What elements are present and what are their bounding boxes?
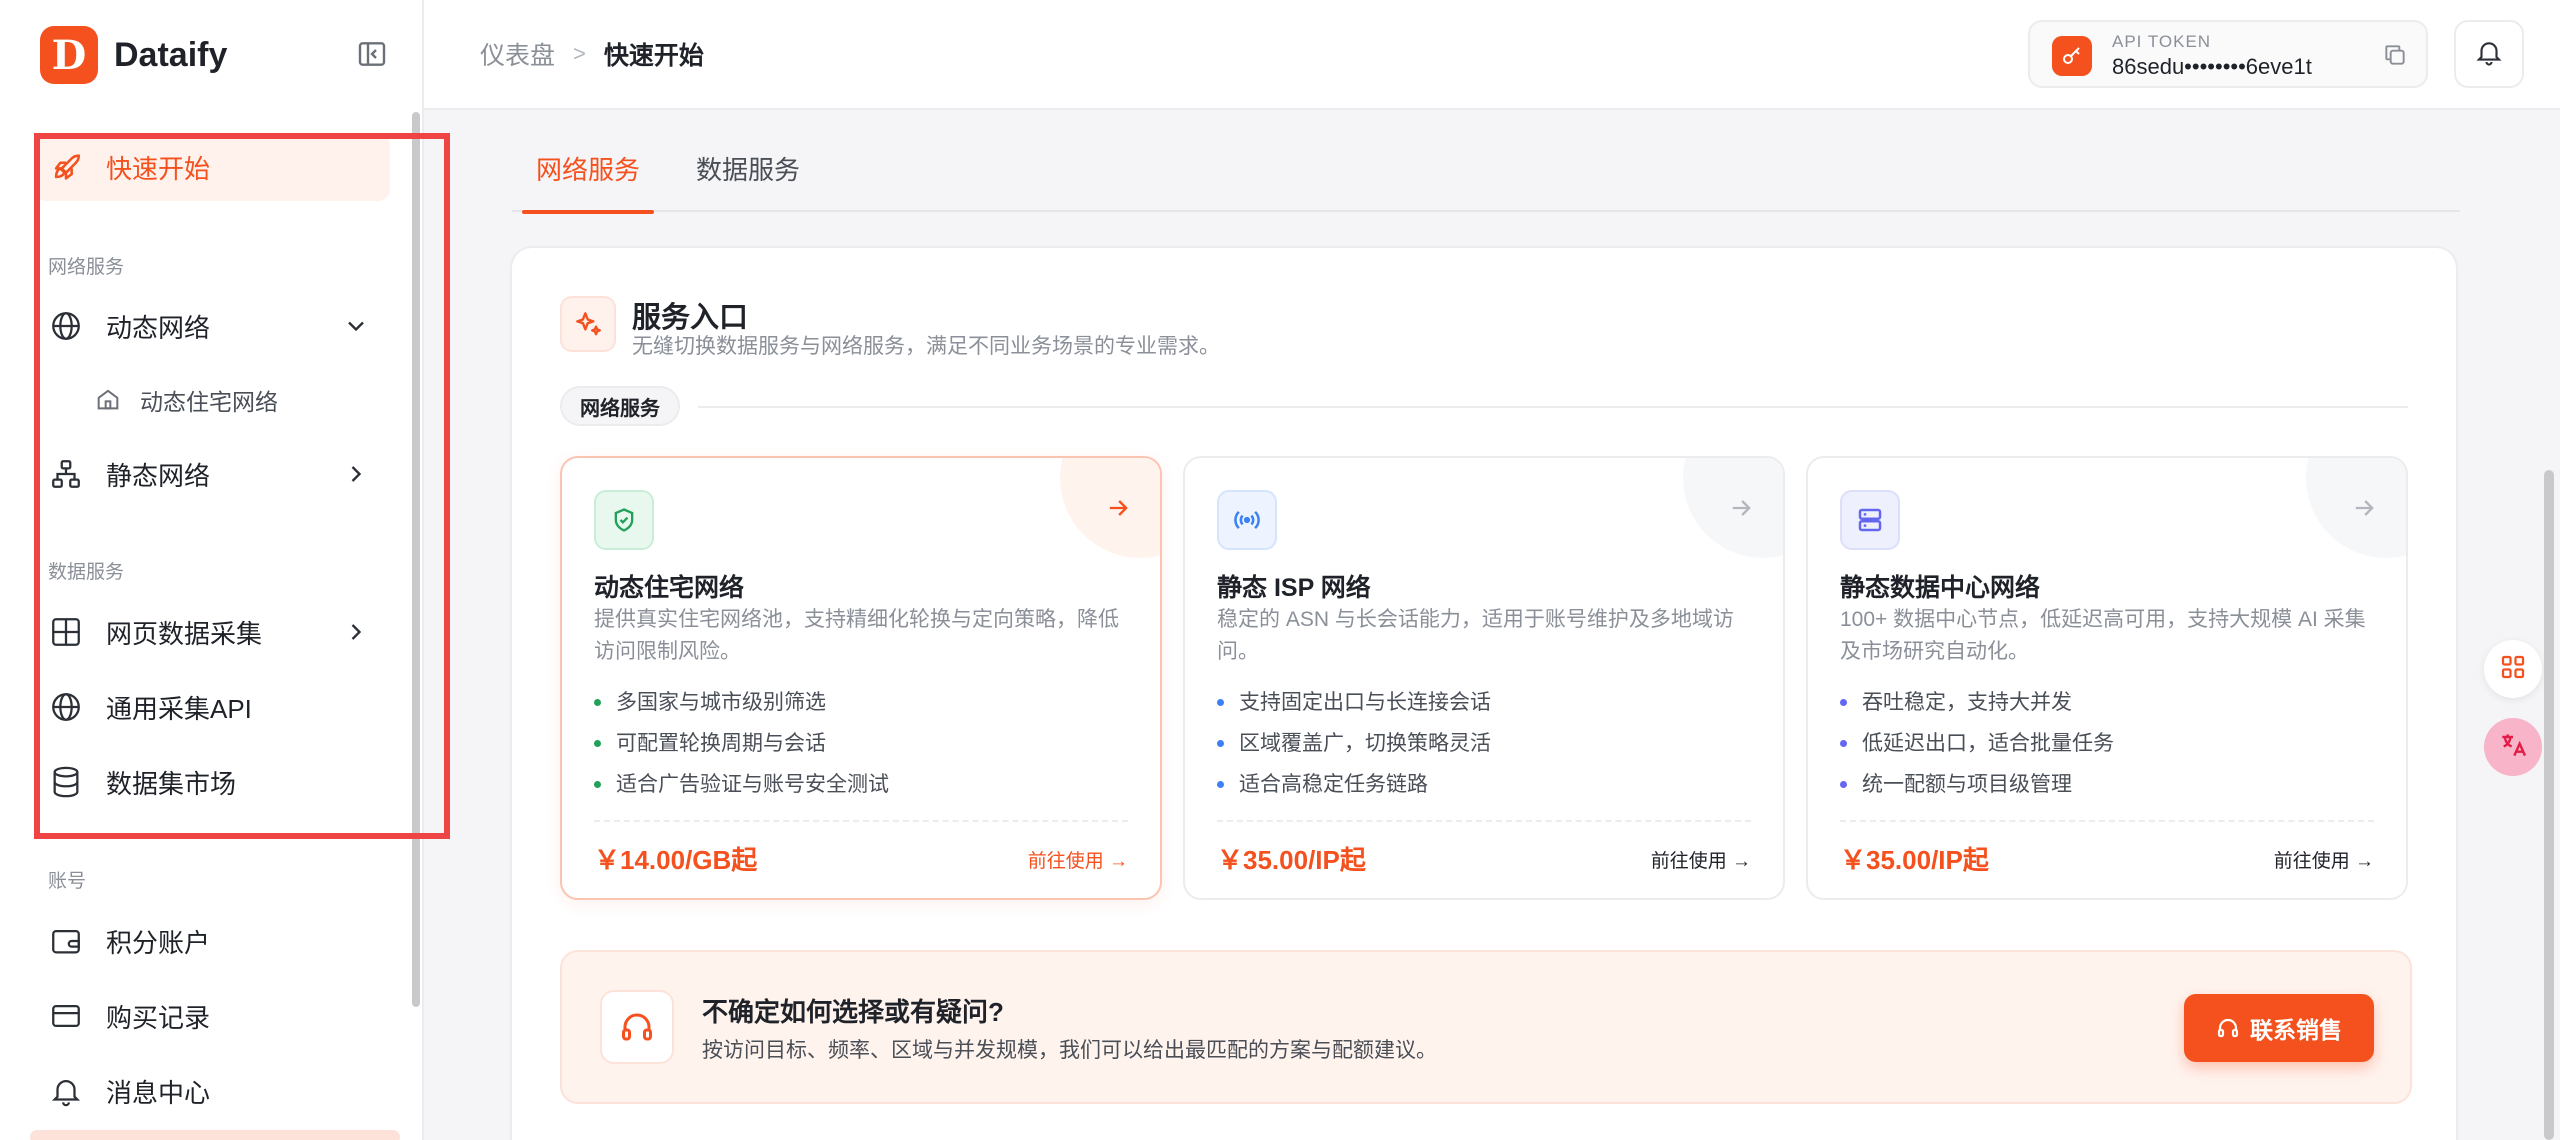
- feature-item: 适合广告验证与账号安全测试: [594, 764, 889, 805]
- headset-icon: [2216, 1016, 2240, 1040]
- feature-list: 多国家与城市级别筛选 可配置轮换周期与会话 适合广告验证与账号安全测试: [594, 682, 889, 805]
- copy-icon[interactable]: [2382, 42, 2410, 70]
- network-services-pill: 网络服务: [560, 386, 680, 426]
- breadcrumb-separator: >: [573, 41, 586, 66]
- product-description: 提供真实住宅网络池，支持精细化轮换与定向策略，降低访问限制风险。: [594, 608, 1119, 663]
- brand[interactable]: D Dataify: [40, 26, 227, 84]
- sidebar-item-points-account[interactable]: 积分账户: [34, 907, 390, 975]
- product-card-static-datacenter[interactable]: 静态数据中心网络 100+ 数据中心节点，低延迟高可用，支持大规模 AI 采集及…: [1806, 456, 2408, 900]
- brand-name: Dataify: [114, 35, 228, 74]
- server-icon: [1840, 490, 1900, 550]
- bell-icon: [2474, 37, 2504, 72]
- product-title: 动态住宅网络: [594, 574, 745, 602]
- sidebar-item-label: 消息中心: [106, 1077, 211, 1108]
- help-banner: 不确定如何选择或有疑问? 按访问目标、频率、区域与并发规模，我们可以给出最匹配的…: [560, 950, 2412, 1104]
- sidebar-item-message-center[interactable]: 消息中心: [34, 1057, 390, 1125]
- breadcrumb-current: 快速开始: [603, 42, 704, 70]
- arrow-right-icon[interactable]: [2350, 494, 2380, 524]
- feature-item: 区域覆盖广，切换策略灵活: [1217, 723, 1491, 764]
- tab-network-services[interactable]: 网络服务: [521, 150, 655, 214]
- product-description: 稳定的 ASN 与长会话能力，适用于账号维护及多地域访问。: [1217, 608, 1734, 663]
- sparkle-icon: [560, 296, 616, 352]
- product-price: ￥35.00/IP起: [1217, 845, 1366, 875]
- service-tabs: 网络服务 数据服务: [512, 150, 2460, 214]
- notification-button[interactable]: [2454, 20, 2524, 88]
- api-token-label: API TOKEN: [2112, 32, 2212, 51]
- product-title: 静态数据中心网络: [1840, 574, 2041, 602]
- translate-float-button[interactable]: [2484, 718, 2542, 776]
- sidebar-bottom-card[interactable]: [30, 1130, 400, 1140]
- topbar: 仪表盘 > 快速开始 API TOKEN 86sedu••••••••6eve1…: [424, 0, 2560, 110]
- feature-item: 吞吐稳定，支持大并发: [1840, 682, 2114, 723]
- page-scrollbar[interactable]: [2544, 470, 2554, 1140]
- feature-list: 吞吐稳定，支持大并发 低延迟出口，适合批量任务 统一配额与项目级管理: [1840, 682, 2114, 805]
- service-entry-subtitle: 无缝切换数据服务与网络服务，满足不同业务场景的专业需求。: [632, 335, 1220, 358]
- highlight-annotation-box: [34, 133, 450, 839]
- divider: [594, 820, 1128, 822]
- divider: [698, 406, 2408, 408]
- product-price: ￥14.00/GB起: [594, 845, 758, 875]
- help-title: 不确定如何选择或有疑问?: [702, 997, 1004, 1027]
- feature-item: 可配置轮换周期与会话: [594, 723, 889, 764]
- product-price: ￥35.00/IP起: [1840, 845, 1989, 875]
- go-to-use-link[interactable]: 前往使用 →: [2274, 846, 2374, 873]
- service-entry-card: 服务入口 无缝切换数据服务与网络服务，满足不同业务场景的专业需求。 网络服务 动…: [510, 246, 2458, 1140]
- tab-data-services[interactable]: 数据服务: [696, 150, 800, 212]
- translate-icon: [2497, 729, 2529, 766]
- wallet-icon: [48, 923, 84, 959]
- headset-icon: [600, 990, 674, 1064]
- contact-sales-label: 联系销售: [2250, 1017, 2342, 1043]
- sidebar-collapse-icon[interactable]: [356, 38, 388, 70]
- product-description: 100+ 数据中心节点，低延迟高可用，支持大规模 AI 采集及市场研究自动化。: [1840, 608, 2366, 663]
- product-card-dynamic-residential[interactable]: 动态住宅网络 提供真实住宅网络池，支持精细化轮换与定向策略，降低访问限制风险。 …: [560, 456, 1162, 900]
- feature-item: 统一配额与项目级管理: [1840, 764, 2114, 805]
- breadcrumb: 仪表盘 > 快速开始: [480, 36, 704, 72]
- api-token-box: API TOKEN 86sedu••••••••6eve1t: [2028, 20, 2428, 88]
- shield-icon: [594, 490, 654, 550]
- brand-logo: D: [40, 26, 98, 84]
- contact-sales-button[interactable]: 联系销售: [2184, 994, 2374, 1062]
- feature-item: 多国家与城市级别筛选: [594, 682, 889, 723]
- arrow-right-icon[interactable]: [1104, 494, 1134, 524]
- divider: [1217, 820, 1751, 822]
- go-to-use-link[interactable]: 前往使用 →: [1651, 846, 1751, 873]
- sidebar-item-purchase-records[interactable]: 购买记录: [34, 982, 390, 1050]
- apps-float-button[interactable]: [2484, 640, 2542, 698]
- product-card-static-isp[interactable]: 静态 ISP 网络 稳定的 ASN 与长会话能力，适用于账号维护及多地域访问。 …: [1183, 456, 1785, 900]
- arrow-right-icon[interactable]: [1727, 494, 1757, 524]
- breadcrumb-dashboard[interactable]: 仪表盘: [480, 36, 555, 72]
- sidebar-item-label: 购买记录: [106, 1002, 211, 1033]
- divider: [1840, 820, 2374, 822]
- api-token-value: 86sedu••••••••6eve1t: [2112, 54, 2312, 79]
- key-icon: [2052, 36, 2092, 76]
- bell-icon: [48, 1073, 84, 1109]
- credit-card-icon: [48, 998, 84, 1034]
- sidebar-item-label: 积分账户: [106, 927, 211, 958]
- product-title: 静态 ISP 网络: [1217, 574, 1371, 602]
- broadcast-icon: [1217, 490, 1277, 550]
- go-to-use-link[interactable]: 前往使用 →: [1028, 846, 1128, 873]
- apps-icon: [2498, 652, 2528, 687]
- feature-item: 支持固定出口与长连接会话: [1217, 682, 1491, 723]
- feature-item: 低延迟出口，适合批量任务: [1840, 723, 2114, 764]
- help-subtitle: 按访问目标、频率、区域与并发规模，我们可以给出最匹配的方案与配额建议。: [702, 1039, 1437, 1062]
- feature-item: 适合高稳定任务链路: [1217, 764, 1491, 805]
- feature-list: 支持固定出口与长连接会话 区域覆盖广，切换策略灵活 适合高稳定任务链路: [1217, 682, 1491, 805]
- section-label-account: 账号: [48, 871, 87, 892]
